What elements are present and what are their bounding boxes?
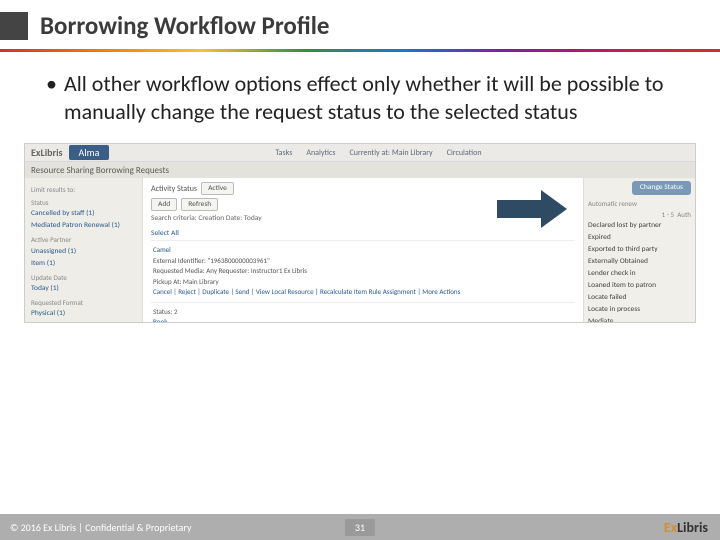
change-status-button[interactable]: Change Status [632,181,691,195]
menu-item-6[interactable]: Locate failed [588,292,691,304]
facet-active-2[interactable]: Item (1) [31,258,136,270]
app-topbar: ExLibris Alma Tasks Analytics Currently … [25,144,695,162]
rec1-ext: External Identifier: "1963800000003961" [153,256,573,267]
menu-item-1[interactable]: Expired [588,232,691,244]
arrow-head-icon [541,190,567,228]
copyright-text: © 2016 Ex Libris | Confidential & Propri… [0,521,191,534]
brand-text: ExLibris [31,146,63,159]
arrow-body-icon [497,200,541,218]
page-number: 31 [345,519,375,536]
slide-title: Borrowing Workflow Profile [40,10,329,41]
auth-text: Auth [677,210,691,219]
record-2: Status: 2 Book External Identifier: "083… [151,302,575,324]
paging-text: 1 - 5 [662,210,674,219]
footer-logo: ExLibris [664,519,708,536]
app-body: Limit results to: Status Cancelled by st… [25,178,695,322]
activity-value[interactable]: Active [201,182,234,195]
facet-active-1[interactable]: Unassigned (1) [31,246,136,258]
record-1: Camel External Identifier: "196380000000… [151,240,575,302]
rec1-pickup: Pickup At: Main Library [153,277,573,288]
select-all-link[interactable]: Select All [151,227,575,240]
nav-analytics[interactable]: Analytics [306,148,335,158]
facet-status-2[interactable]: Mediated Patron Renewal (1) [31,220,136,232]
facets-sidebar: Limit results to: Status Cancelled by st… [25,178,143,322]
nav-circulation[interactable]: Circulation [447,148,482,158]
menu-item-0[interactable]: Declared lost by partner [588,220,691,232]
title-accent-block [0,12,28,40]
menu-item-4[interactable]: Lender check in [588,268,691,280]
page-subtitle: Resource Sharing Borrowing Requests [25,162,695,178]
top-nav: Tasks Analytics Currently at: Main Libra… [275,148,481,158]
activity-label: Activity Status [151,184,197,194]
status-menu: Change Status Automatic renew 1 - 5 Auth… [583,178,695,322]
title-row: Borrowing Workflow Profile [0,0,720,49]
product-badge: Alma [69,145,110,160]
menu-item-3[interactable]: Externally Obtained [588,256,691,268]
limit-header: Limit results to: [31,184,136,195]
refresh-button[interactable]: Refresh [181,198,218,211]
auto-renew-label: Automatic renew [588,198,691,209]
bullet-text: All other workflow options effect only w… [46,70,674,125]
callout-arrow [497,190,567,228]
rec2-title[interactable]: Book [153,317,573,323]
active-header: Active Partner [31,234,136,245]
nav-tasks[interactable]: Tasks [275,148,292,158]
embedded-screenshot: ExLibris Alma Tasks Analytics Currently … [24,143,696,323]
menu-item-5[interactable]: Loaned item to patron [588,280,691,292]
rec2-status: Status: 2 [153,307,573,318]
rec1-media: Requested Media: Any Requester: Instruct… [153,266,573,277]
status-header: Status [31,197,136,208]
update-header: Update Date [31,272,136,283]
add-button[interactable]: Add [151,198,177,211]
facet-update-1[interactable]: Today (1) [31,283,136,295]
menu-item-2[interactable]: Exported to third party [588,244,691,256]
menu-item-8[interactable]: Mediate [588,316,691,323]
bullet-area: All other workflow options effect only w… [0,52,720,135]
rec1-actions[interactable]: Cancel | Reject | Duplicate | Send | Vie… [153,287,573,298]
nav-location: Currently at: Main Library [349,148,432,158]
format-header: Requested Format [31,297,136,308]
facet-format-1[interactable]: Physical (1) [31,308,136,320]
slide-footer: © 2016 Ex Libris | Confidential & Propri… [0,514,720,540]
facet-status-1[interactable]: Cancelled by staff (1) [31,208,136,220]
rec1-title[interactable]: Camel [153,245,573,256]
menu-item-7[interactable]: Locate in process [588,304,691,316]
